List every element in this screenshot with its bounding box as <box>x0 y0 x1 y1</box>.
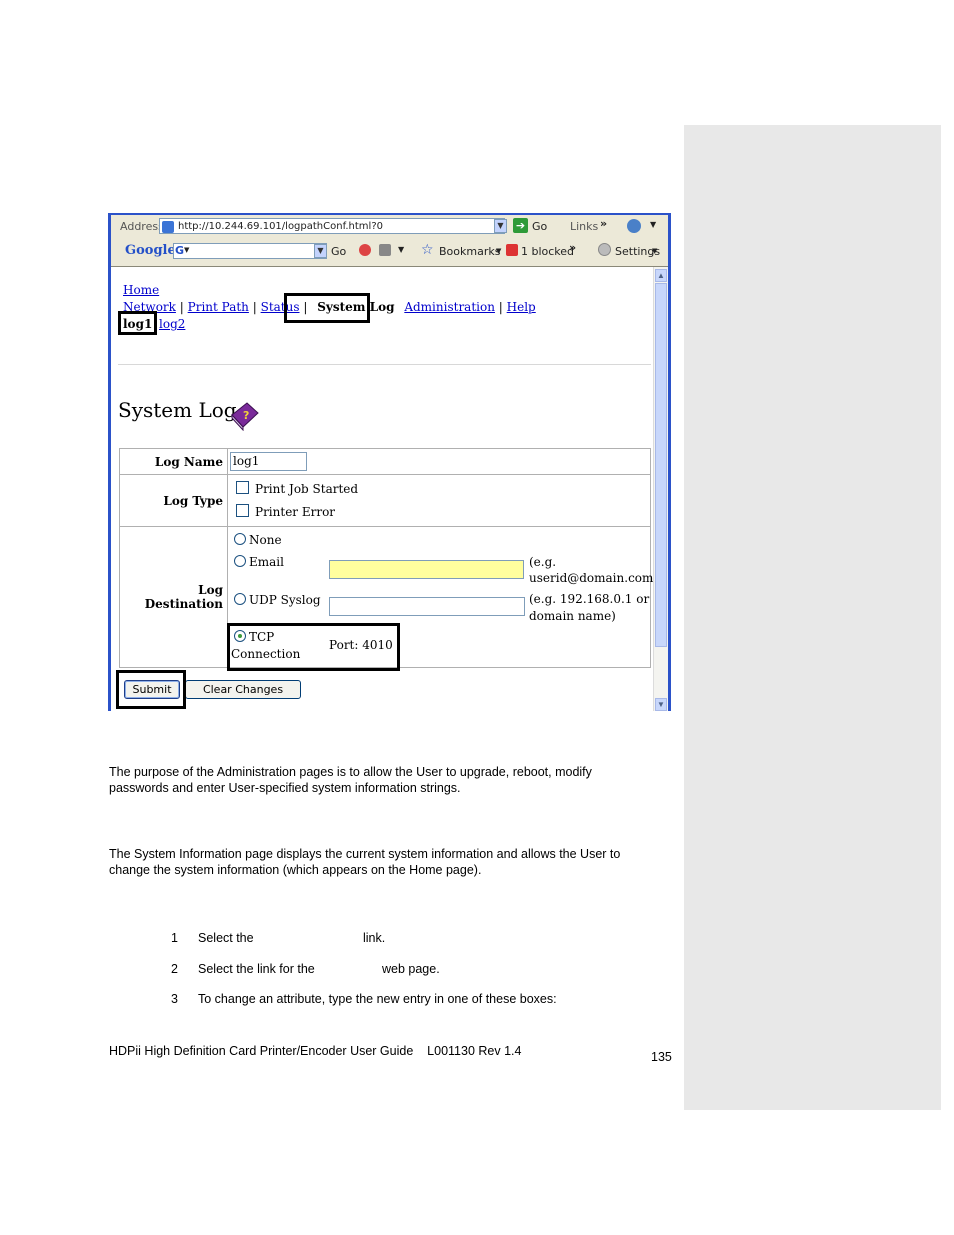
step-number: 1 <box>171 931 178 945</box>
address-toolbar: Address http://10.244.69.101/logpathConf… <box>111 215 668 240</box>
udp-input[interactable] <box>329 597 525 616</box>
udp-radio[interactable] <box>234 593 246 605</box>
print-job-checkbox[interactable] <box>236 480 249 494</box>
nav-print-path-link[interactable]: Print Path <box>188 300 249 314</box>
nav-separator: | <box>498 300 503 314</box>
clear-changes-button[interactable]: Clear Changes <box>185 680 301 699</box>
chevron-down-icon[interactable]: ▼ <box>650 220 656 229</box>
nav-separator: | <box>252 300 257 314</box>
page-footer: HDPii High Definition Card Printer/Encod… <box>109 1044 522 1058</box>
toolbar-chevron-icon[interactable]: » <box>569 241 576 254</box>
step-number: 2 <box>171 962 178 976</box>
bookmarks-star-icon[interactable]: ☆ <box>421 242 434 258</box>
address-input[interactable]: http://10.244.69.101/logpathConf.html?0 <box>159 218 505 234</box>
divider <box>118 364 651 365</box>
nav-home-link[interactable]: Home <box>123 283 159 297</box>
email-label: Email <box>249 555 284 569</box>
nav-help-link[interactable]: Help <box>507 300 536 314</box>
page-number: 135 <box>651 1050 672 1064</box>
none-label: None <box>249 533 282 547</box>
email-hint-line2: userid@domain.com) <box>529 571 659 585</box>
google-g-icon: G <box>175 244 185 257</box>
comment-sidebar <box>684 125 941 1110</box>
dest-udp-option[interactable]: UDP Syslog <box>234 593 321 607</box>
udp-label: UDP Syslog <box>249 593 321 607</box>
web-page-content: Home Network | Print Path | Status | Sys… <box>111 267 658 711</box>
scroll-down-icon[interactable]: ▼ <box>655 698 667 711</box>
paragraph-line: The System Information page displays the… <box>109 847 621 861</box>
udp-hint-line1: (e.g. 192.168.0.1 or <box>529 592 650 606</box>
browser-screenshot: Address http://10.244.69.101/logpathConf… <box>108 213 671 711</box>
address-label: Address <box>120 220 164 233</box>
log-destination-label: Log Destination <box>119 526 228 668</box>
paragraph-administration: The purpose of the Administration pages … <box>109 764 592 796</box>
step-number: 3 <box>171 992 178 1006</box>
log-name-input[interactable]: log1 <box>230 452 307 471</box>
callout-tcp-connection <box>227 623 400 671</box>
links-chevron-icon[interactable]: » <box>600 217 607 230</box>
step-text: web page. <box>382 962 440 976</box>
links-label[interactable]: Links <box>570 220 598 233</box>
udp-hint-line2: domain name) <box>529 609 616 623</box>
step-text: To change an attribute, type the new ent… <box>198 992 557 1006</box>
none-radio[interactable] <box>234 533 246 545</box>
google-dropdown-icon[interactable]: ▼ <box>314 244 327 258</box>
scroll-thumb[interactable] <box>655 283 667 647</box>
options-icon[interactable] <box>379 244 391 256</box>
paragraph-system-information: The System Information page displays the… <box>109 846 620 878</box>
scroll-up-icon[interactable]: ▲ <box>655 269 667 282</box>
step-text: Select the <box>198 931 254 945</box>
bookmarks-button[interactable]: Bookmarks <box>439 245 500 258</box>
address-dropdown-icon[interactable]: ▼ <box>494 219 507 233</box>
go-arrow-icon[interactable]: ➔ <box>513 218 528 233</box>
chevron-down-icon[interactable]: ▼ <box>652 247 657 255</box>
step-text: link. <box>363 931 386 945</box>
page-icon <box>162 221 174 233</box>
address-url: http://10.244.69.101/logpathConf.html?0 <box>178 221 383 232</box>
callout-log1 <box>118 311 157 335</box>
messenger-icon[interactable] <box>627 219 641 233</box>
help-book-icon: ? <box>231 402 259 431</box>
step-text: Select the link for the <box>198 962 315 976</box>
google-search-input[interactable]: G ▼ <box>173 243 327 259</box>
nav-administration-link[interactable]: Administration <box>404 300 495 314</box>
log-name-label: Log Name <box>119 448 228 475</box>
dest-email-option[interactable]: Email <box>234 555 284 569</box>
printer-error-label: Printer Error <box>255 504 336 519</box>
blocked-counter[interactable]: 1 blocked <box>521 245 574 258</box>
page-title: System Log <box>118 398 237 422</box>
log-type-option-print-job[interactable]: Print Job Started <box>236 478 650 501</box>
popup-blocker-icon[interactable] <box>506 244 518 256</box>
vertical-scrollbar[interactable]: ▲ ▼ <box>653 267 668 711</box>
callout-system-log <box>284 293 370 323</box>
google-go-button[interactable]: Go <box>331 245 346 258</box>
log-type-option-printer-error[interactable]: Printer Error <box>236 501 650 524</box>
email-radio[interactable] <box>234 555 246 567</box>
pagerank-icon[interactable] <box>359 244 371 256</box>
google-logo: Google <box>125 243 176 258</box>
chevron-down-icon[interactable]: ▼ <box>496 247 501 255</box>
email-hint-line1: (e.g. <box>529 555 557 569</box>
email-input[interactable] <box>329 560 524 579</box>
callout-submit <box>116 670 186 709</box>
nav-separator: | <box>179 300 184 314</box>
printer-error-checkbox[interactable] <box>236 503 249 517</box>
dest-none-option[interactable]: None <box>234 533 282 547</box>
svg-text:?: ? <box>243 409 249 422</box>
paragraph-line: passwords and enter User-specified syste… <box>109 781 461 795</box>
settings-icon[interactable] <box>598 243 611 256</box>
chevron-down-icon[interactable]: ▼ <box>184 246 189 254</box>
sub-nav-log2-link[interactable]: log2 <box>159 317 185 331</box>
log-type-label: Log Type <box>119 474 228 527</box>
chevron-down-icon[interactable]: ▼ <box>398 245 404 254</box>
google-toolbar: Google G ▼ ▼ Go ▼ ☆ Bookmarks ▼ 1 blocke… <box>111 239 668 267</box>
print-job-label: Print Job Started <box>255 481 359 496</box>
paragraph-line: change the system information (which app… <box>109 863 482 877</box>
go-button[interactable]: Go <box>532 220 547 233</box>
paragraph-line: The purpose of the Administration pages … <box>109 765 592 779</box>
